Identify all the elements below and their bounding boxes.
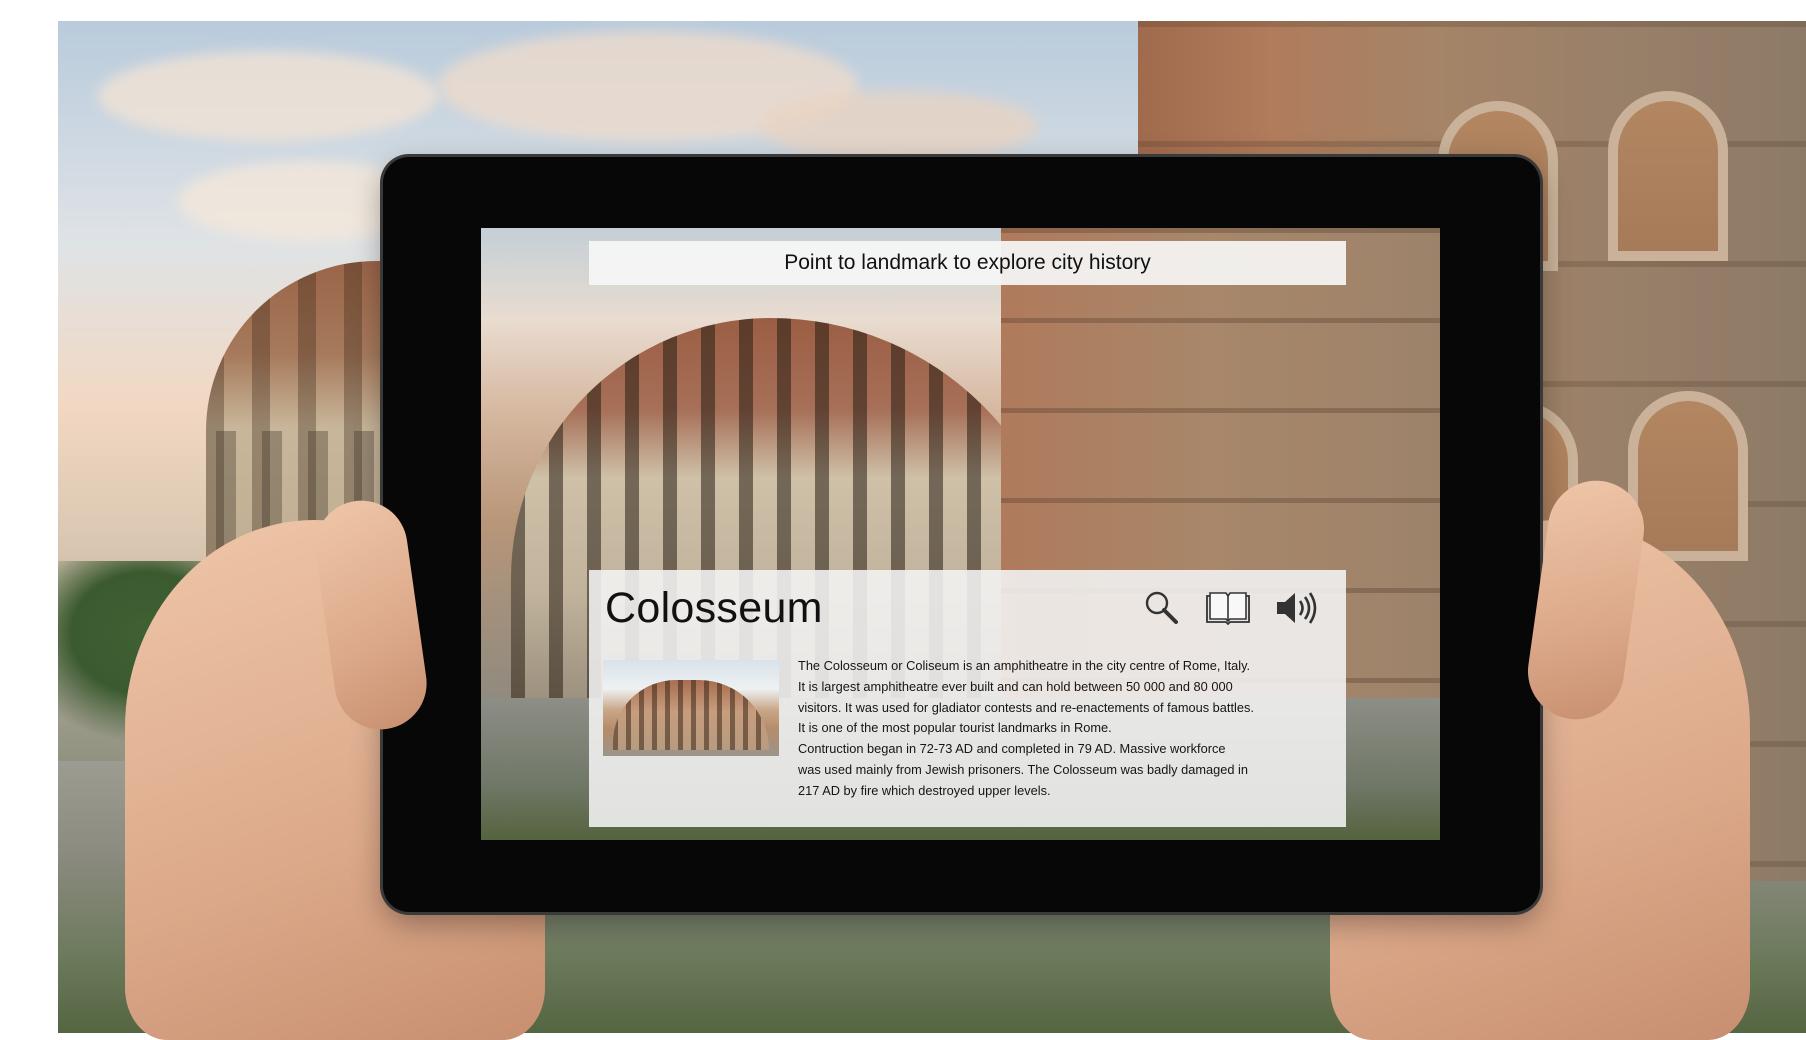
landmark-thumbnail: [603, 660, 779, 756]
description-line: The Colosseum or Coliseum is an amphithe…: [798, 658, 1251, 673]
description-line: 217 AD by fire which destroyed upper lev…: [798, 782, 1051, 798]
description-line: was used mainly from Jewish prisoners. T…: [798, 761, 1248, 777]
description-line: visitors. It was used for gladiator cont…: [798, 699, 1254, 715]
landmark-description: The Colosseum or Coliseum is an amphithe…: [798, 656, 1333, 802]
cloud: [98, 51, 438, 141]
instruction-text: Point to landmark to explore city histor…: [784, 251, 1151, 274]
instruction-banner: Point to landmark to explore city histor…: [589, 241, 1346, 285]
landmark-title: Colosseum: [605, 584, 823, 632]
wall-arch: [1608, 91, 1728, 261]
wall-arch: [1628, 391, 1748, 561]
cloud: [758, 91, 1038, 161]
search-icon[interactable]: [1142, 588, 1182, 628]
panel-toolbar: [1142, 588, 1320, 628]
description-line: Contruction began in 72-73 AD and comple…: [798, 741, 1226, 757]
speaker-icon[interactable]: [1274, 589, 1320, 627]
landmark-info-panel: Colosseum The Colosseum or Coliseum is a…: [589, 570, 1346, 827]
description-line: It is one of the most popular tourist la…: [798, 720, 1112, 736]
description-line: It is largest amphitheatre ever built an…: [798, 678, 1233, 694]
book-icon[interactable]: [1204, 590, 1252, 626]
